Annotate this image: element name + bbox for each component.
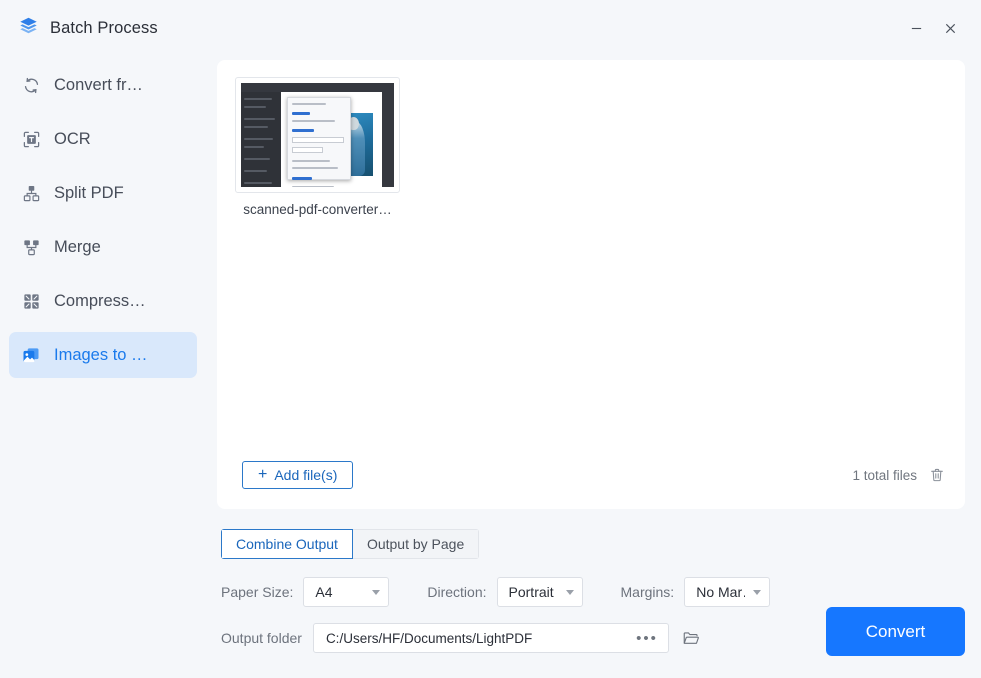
- margins-select[interactable]: No Mar…: [684, 577, 771, 607]
- paper-size-select[interactable]: A4: [303, 577, 390, 607]
- sidebar-item-label: Compress…: [54, 291, 146, 310]
- split-pdf-icon: [21, 183, 41, 203]
- convert-refresh-icon: [21, 75, 41, 95]
- sidebar-item-merge[interactable]: Merge: [9, 224, 197, 270]
- add-files-button[interactable]: + Add file(s): [242, 461, 354, 489]
- margins-label: Margins:: [620, 584, 675, 600]
- direction-label: Direction:: [427, 584, 487, 600]
- output-folder-label: Output folder: [221, 630, 302, 646]
- paper-size-value: A4: [315, 584, 333, 600]
- merge-icon: [21, 237, 41, 257]
- sidebar: Convert fr… OCR Split PDF Merge Compress…: [0, 56, 206, 678]
- paper-size-label: Paper Size:: [221, 584, 294, 600]
- file-thumbnail[interactable]: [235, 77, 400, 193]
- convert-button[interactable]: Convert: [826, 607, 965, 656]
- chevron-down-icon: [372, 589, 381, 595]
- sidebar-item-compress[interactable]: Compress…: [9, 278, 197, 324]
- image-to-pdf-icon: [21, 345, 41, 365]
- trash-icon[interactable]: [927, 465, 947, 485]
- sidebar-item-label: Images to …: [54, 345, 148, 364]
- output-folder-value: C:/Users/HF/Documents/LightPDF: [325, 630, 533, 646]
- direction-value: Portrait: [508, 584, 554, 600]
- minimize-button[interactable]: [899, 13, 933, 43]
- window-body: Convert fr… OCR Split PDF Merge Compress…: [0, 56, 981, 678]
- output-folder-input[interactable]: C:/Users/HF/Documents/LightPDF •••: [312, 623, 669, 653]
- total-files-label: 1 total files: [852, 467, 917, 483]
- chevron-down-icon: [753, 589, 762, 595]
- file-card[interactable]: scanned-pdf-converter…: [235, 77, 400, 217]
- layers-stack-icon: [18, 15, 39, 41]
- chevron-down-icon: [565, 589, 574, 595]
- plus-icon: +: [258, 466, 268, 483]
- file-panel-footer: + Add file(s) 1 total files: [217, 451, 965, 509]
- sidebar-item-convert-from[interactable]: Convert fr…: [9, 62, 197, 108]
- sidebar-item-label: Split PDF: [54, 183, 124, 202]
- options-area: Combine Output Output by Page Paper Size…: [217, 509, 965, 678]
- title-bar: Batch Process: [0, 0, 981, 56]
- sidebar-item-label: Merge: [54, 237, 101, 256]
- sidebar-item-label: Convert fr…: [54, 75, 143, 94]
- sidebar-item-ocr[interactable]: OCR: [9, 116, 197, 162]
- margins-value: No Mar…: [696, 584, 745, 600]
- ocr-text-scan-icon: [21, 129, 41, 149]
- file-grid: scanned-pdf-converter…: [217, 60, 965, 451]
- direction-select[interactable]: Portrait: [496, 577, 583, 607]
- add-files-label: Add file(s): [274, 467, 338, 483]
- output-mode-toggle: Combine Output Output by Page: [221, 529, 480, 559]
- tab-output-by-page[interactable]: Output by Page: [352, 529, 480, 559]
- settings-row: Paper Size: A4 Direction: Portrait Margi…: [221, 577, 965, 607]
- pdf-app-screenshot-thumbnail: [241, 83, 394, 187]
- browse-ellipsis-button[interactable]: •••: [630, 630, 658, 647]
- title-bar-left: Batch Process: [18, 15, 158, 41]
- window-title: Batch Process: [50, 18, 158, 37]
- close-button[interactable]: [933, 13, 967, 43]
- tab-combine-output[interactable]: Combine Output: [221, 529, 353, 559]
- sidebar-item-label: OCR: [54, 129, 91, 148]
- file-name-label: scanned-pdf-converter…: [243, 202, 392, 217]
- compress-grid-icon: [21, 291, 41, 311]
- sidebar-item-split-pdf[interactable]: Split PDF: [9, 170, 197, 216]
- batch-process-window: Batch Process Convert fr… OCR Split PDF …: [0, 0, 981, 678]
- open-folder-icon[interactable]: [680, 627, 702, 649]
- file-list-panel: scanned-pdf-converter… + Add file(s) 1 t…: [217, 60, 965, 509]
- sidebar-item-images-to-pdf[interactable]: Images to …: [9, 332, 197, 378]
- main-content: scanned-pdf-converter… + Add file(s) 1 t…: [206, 56, 981, 678]
